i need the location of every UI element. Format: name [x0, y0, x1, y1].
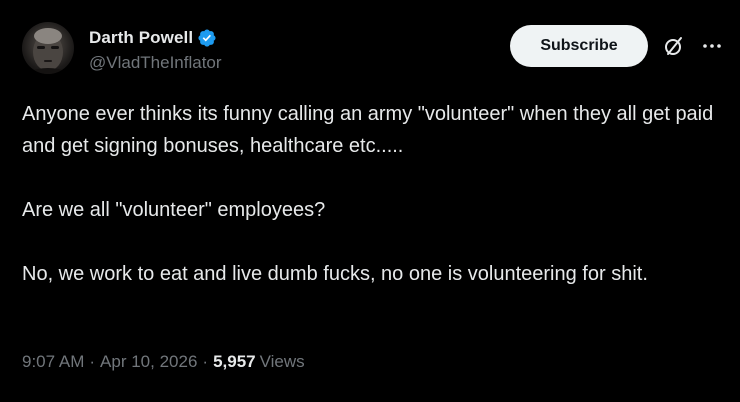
tweet-paragraph: Anyone ever thinks its funny calling an …	[22, 103, 714, 157]
tweet-card: Darth Powell @VladTheInflator Subscribe …	[0, 0, 740, 402]
more-options-icon[interactable]	[700, 34, 724, 58]
tweet-date[interactable]: Apr 10, 2026	[100, 352, 197, 372]
subscribe-button[interactable]: Subscribe	[510, 25, 648, 67]
tweet-meta: 9:07 AM · Apr 10, 2026 · 5,957 Views	[22, 352, 305, 372]
avatar-portrait-icon	[25, 28, 71, 74]
verified-badge-icon[interactable]	[197, 28, 217, 48]
author-avatar[interactable]	[22, 22, 74, 74]
meta-separator: ·	[202, 352, 209, 371]
tweet-paragraph: No, we work to eat and live dumb fucks, …	[22, 263, 648, 285]
grok-icon[interactable]	[662, 34, 686, 58]
tweet-time[interactable]: 9:07 AM	[22, 352, 84, 372]
views-label: Views	[259, 352, 305, 371]
tweet-text: Anyone ever thinks its funny calling an …	[22, 98, 722, 290]
author-info: Darth Powell @VladTheInflator	[89, 26, 222, 73]
author-handle[interactable]: @VladTheInflator	[89, 53, 222, 73]
author-display-name[interactable]: Darth Powell	[89, 28, 193, 48]
author-name-row: Darth Powell	[89, 26, 222, 50]
tweet-paragraph: Are we all "volunteer" employees?	[22, 199, 326, 221]
views-count[interactable]: 5,957	[213, 352, 256, 372]
meta-separator: ·	[89, 352, 96, 371]
